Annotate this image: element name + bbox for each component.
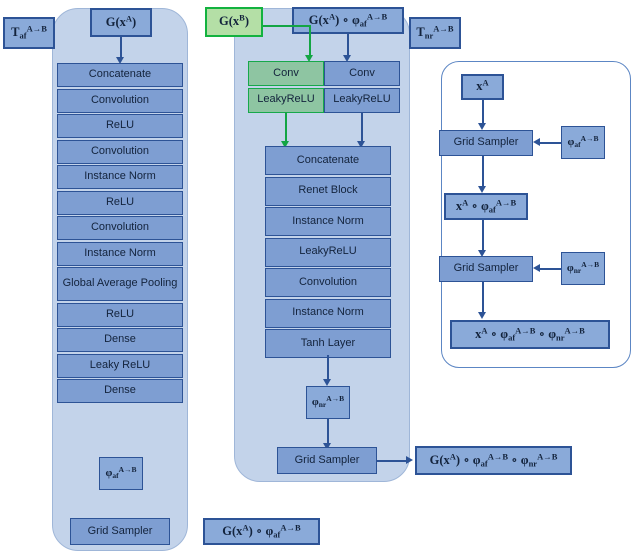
nonrigid-layer-concatenate: Concatenate: [265, 146, 391, 175]
nonrigid-layer-tanh-layer: Tanh Layer: [265, 329, 391, 358]
nonrigid-encoder-right: Conv LeakyReLU: [324, 61, 400, 113]
nonrigid-phi-box: φnrA→B: [306, 386, 350, 419]
nonrigid-enc-left-leakyrelu: LeakyReLU: [248, 87, 324, 113]
affine-grid-sampler: Grid Sampler: [70, 518, 170, 545]
warping-grid-sampler-2: Grid Sampler: [439, 256, 533, 282]
arrow-warp-4-head: [478, 312, 486, 319]
arrow-nonrigid-right-line: [347, 34, 349, 57]
affine-layer-instance-norm: Instance Norm: [57, 165, 183, 189]
arrow-warp-2-line: [482, 156, 484, 188]
arrow-phi-nr-to-sampler: [327, 419, 329, 445]
nonrigid-layer-leakyrelu: LeakyReLU: [265, 237, 391, 267]
nonrigid-input-left-box: G(xB): [205, 7, 263, 37]
nonrigid-enc-left-conv: Conv: [248, 61, 324, 86]
arrow-phi-nr-into-sampler-head: [533, 264, 540, 272]
label-t-nr: TnrA→B: [409, 17, 461, 49]
nonrigid-layer-instance-norm: Instance Norm: [265, 298, 391, 328]
affine-layer-convolution: Convolution: [57, 216, 183, 240]
affine-layer-convolution: Convolution: [57, 88, 183, 113]
affine-output-box: G(xA) ∘ φafA→B: [203, 518, 320, 545]
affine-layer-leaky-relu: Leaky ReLU: [57, 353, 183, 378]
warping-phi-nr-box: φnrA→B: [561, 252, 605, 285]
arrow-warp-3-line: [482, 220, 484, 252]
arrow-green-horizontal: [263, 25, 311, 27]
affine-layer-relu: ReLU: [57, 190, 183, 215]
nonrigid-enc-right-conv: Conv: [324, 61, 400, 86]
arrow-phi-af-into-sampler-head: [533, 138, 540, 146]
affine-layer-relu: ReLU: [57, 114, 183, 138]
affine-layer-dense: Dense: [57, 379, 183, 403]
warping-phi-af-box: φafA→B: [561, 126, 605, 159]
affine-layer-dense: Dense: [57, 328, 183, 352]
arrow-green-vertical: [309, 25, 311, 57]
warping-input-box: xA: [461, 74, 504, 100]
nonrigid-layer-instance-norm: Instance Norm: [265, 207, 391, 236]
warping-intermediate-box: xA ∘ φafA→B: [444, 193, 528, 220]
warping-grid-sampler-1: Grid Sampler: [439, 130, 533, 156]
arrow-encoder-right-down: [361, 112, 363, 144]
arrow-nonrigid-output-line: [377, 460, 408, 462]
arrow-encoder-left-down: [285, 112, 287, 144]
nonrigid-output-box: G(xA) ∘ φafA→B ∘ φnrA→B: [415, 446, 572, 475]
nonrigid-grid-sampler: Grid Sampler: [277, 447, 377, 474]
affine-input-box: G(xA): [90, 8, 152, 37]
arrow-warp-1-head: [478, 123, 486, 130]
nonrigid-layer-stack: Concatenate Renet Block Instance Norm Leaky…: [265, 146, 391, 358]
affine-layer-stack: Concatenate Convolution ReLU Convolution Ins…: [57, 63, 183, 403]
arrow-phi-af-into-sampler-line: [540, 142, 561, 144]
arrow-to-phi-nr: [327, 355, 329, 381]
label-t-af: TafA→B: [3, 17, 55, 49]
arrow-phi-nr-into-sampler-line: [540, 268, 561, 270]
arrow-warp-1-line: [482, 100, 484, 125]
nonrigid-encoder-left: Conv LeakyReLU: [248, 61, 324, 113]
nonrigid-layer-convolution: Convolution: [265, 268, 391, 297]
arrow-affine-input-line: [120, 37, 122, 59]
affine-phi-box: φafA→B: [99, 457, 143, 490]
affine-layer-global-average-pooling: Global Average Pooling: [57, 267, 183, 301]
nonrigid-layer-renet-block: Renet Block: [265, 176, 391, 206]
warping-output-box: xA ∘ φafA→B ∘ φnrA→B: [450, 320, 610, 349]
arrow-to-phi-nr-head: [323, 379, 331, 386]
affine-layer-relu: ReLU: [57, 302, 183, 327]
arrow-warp-2-head: [478, 186, 486, 193]
arrow-warp-4-line: [482, 282, 484, 314]
arrow-nonrigid-output-head: [406, 456, 413, 464]
nonrigid-enc-right-leakyrelu: LeakyReLU: [324, 87, 400, 113]
affine-layer-concatenate: Concatenate: [57, 63, 183, 87]
affine-layer-convolution: Convolution: [57, 139, 183, 164]
affine-layer-instance-norm: Instance Norm: [57, 241, 183, 266]
